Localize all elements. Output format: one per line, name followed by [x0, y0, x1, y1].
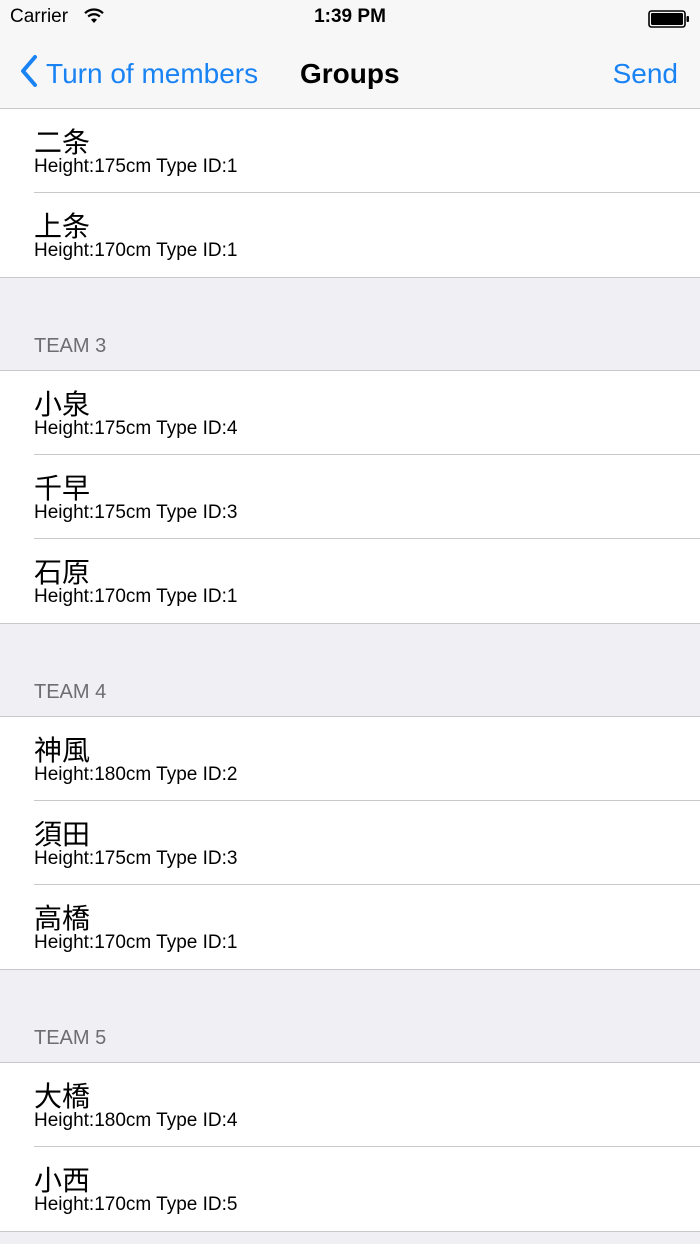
member-name: 上条 — [34, 210, 91, 243]
list-item[interactable]: 小西 Height:170cm Type ID:5 — [0, 1146, 700, 1231]
section-header-team-5: TEAM 5 — [0, 970, 700, 1062]
member-name: 高橋 — [34, 902, 91, 935]
list-item[interactable]: 石原 Height:170cm Type ID:1 — [0, 538, 700, 623]
section-header-team-3: TEAM 3 — [0, 278, 700, 370]
list-item[interactable]: 千早 Height:175cm Type ID:3 — [0, 454, 700, 539]
member-detail: Height:180cm Type ID:2 — [34, 764, 238, 785]
member-name: 千早 — [34, 472, 91, 505]
member-detail: Height:170cm Type ID:1 — [34, 586, 238, 607]
member-name: 大橋 — [34, 1080, 91, 1113]
navigation-bar: Turn of members Groups Send — [0, 40, 700, 109]
member-name: 二条 — [34, 126, 91, 159]
group-section: 神風 Height:180cm Type ID:2 須田 Height:175c… — [0, 716, 700, 970]
member-detail: Height:175cm Type ID:3 — [34, 848, 238, 869]
member-name: 石原 — [34, 556, 91, 589]
member-detail: Height:175cm Type ID:4 — [34, 418, 238, 439]
list-item[interactable]: 上条 Height:170cm Type ID:1 — [0, 192, 700, 277]
member-detail: Height:170cm Type ID:1 — [34, 932, 238, 953]
section-header-label: TEAM 4 — [34, 681, 107, 703]
section-header-team-4: TEAM 4 — [0, 624, 700, 716]
member-detail: Height:175cm Type ID:3 — [34, 502, 238, 523]
member-detail: Height:170cm Type ID:5 — [34, 1194, 238, 1215]
member-name: 須田 — [34, 818, 91, 851]
list-item[interactable]: 二条 Height:175cm Type ID:1 — [0, 109, 700, 193]
member-detail: Height:170cm Type ID:1 — [34, 240, 238, 261]
group-section: 二条 Height:175cm Type ID:1 上条 Height:170c… — [0, 109, 700, 278]
list-item[interactable]: 須田 Height:175cm Type ID:3 — [0, 800, 700, 885]
send-button[interactable]: Send — [613, 58, 678, 90]
member-name: 神風 — [34, 734, 91, 767]
status-bar: Carrier 1:39 PM — [0, 0, 700, 40]
member-detail: Height:180cm Type ID:4 — [34, 1110, 238, 1131]
group-section: 大橋 Height:180cm Type ID:4 小西 Height:170c… — [0, 1062, 700, 1232]
list-item[interactable]: 大橋 Height:180cm Type ID:4 — [0, 1063, 700, 1147]
list-item[interactable]: 高橋 Height:170cm Type ID:1 — [0, 884, 700, 969]
member-detail: Height:175cm Type ID:1 — [34, 156, 238, 177]
groups-list: 二条 Height:175cm Type ID:1 上条 Height:170c… — [0, 109, 700, 1232]
list-item[interactable]: 神風 Height:180cm Type ID:2 — [0, 717, 700, 801]
chevron-left-icon — [20, 54, 38, 94]
page-title: Groups — [300, 58, 400, 89]
back-button[interactable]: Turn of members — [20, 54, 258, 94]
member-name: 小西 — [34, 1164, 91, 1197]
section-header-label: TEAM 5 — [34, 1027, 107, 1049]
battery-icon — [648, 10, 690, 33]
clock: 1:39 PM — [314, 6, 386, 27]
group-section: 小泉 Height:175cm Type ID:4 千早 Height:175c… — [0, 370, 700, 624]
list-item[interactable]: 小泉 Height:175cm Type ID:4 — [0, 371, 700, 455]
section-header-label: TEAM 3 — [34, 335, 107, 357]
member-name: 小泉 — [34, 388, 91, 421]
back-button-label: Turn of members — [46, 58, 259, 89]
